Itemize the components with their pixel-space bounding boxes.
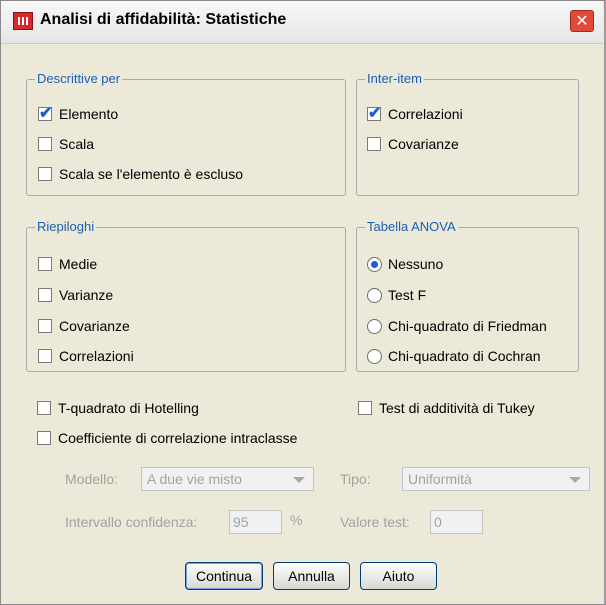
checkbox-hotelling-label: T-quadrato di Hotelling	[58, 400, 199, 416]
modello-value: A due vie misto	[147, 471, 242, 487]
aiuto-button[interactable]: Aiuto	[360, 562, 437, 590]
checkbox-correlazioni-box[interactable]	[38, 349, 52, 363]
checkbox-medie-box[interactable]	[38, 257, 52, 271]
checkbox-intraclasse[interactable]: Coefficiente di correlazione intraclasse	[37, 430, 297, 446]
checkbox-covarianze-interitem[interactable]: Covarianze	[367, 136, 459, 152]
radio-test-f-dot[interactable]	[367, 287, 382, 303]
app-grid-icon	[13, 12, 33, 30]
checkbox-hotelling-box[interactable]	[37, 401, 51, 415]
intervallo-label: Intervallo confidenza:	[65, 514, 198, 530]
checkbox-varianze-box[interactable]	[38, 288, 52, 302]
tipo-value: Uniformità	[408, 471, 472, 487]
radio-friedman[interactable]: Chi-quadrato di Friedman	[367, 318, 547, 334]
chevron-down-icon	[293, 477, 305, 483]
checkbox-scala-box[interactable]	[38, 137, 52, 151]
checkbox-correlazioni[interactable]: Correlazioni	[38, 348, 134, 364]
checkbox-intraclasse-label: Coefficiente di correlazione intraclasse	[58, 430, 298, 446]
checkbox-correlazioni-label: Correlazioni	[59, 348, 134, 364]
close-icon: ✕	[575, 11, 589, 30]
intervallo-input[interactable]: 95	[229, 510, 282, 534]
checkbox-covarianze-interitem-box[interactable]	[367, 137, 381, 151]
modello-label: Modello:	[65, 471, 118, 487]
checkbox-elemento-box[interactable]	[38, 103, 52, 123]
dialog-body: Descrittive per Elemento Scala Scala se …	[14, 55, 594, 595]
checkbox-medie[interactable]: Medie	[38, 256, 97, 272]
window-title: Analisi di affidabilità: Statistiche	[40, 11, 287, 28]
checkbox-covarianze-interitem-label: Covarianze	[388, 136, 459, 152]
group-interitem-legend: Inter-item	[365, 71, 424, 86]
dialog-window: Analisi di affidabilità: Statistiche ✕ D…	[0, 0, 606, 605]
group-anova: Tabella ANOVA Nessuno Test F Chi-quadrat…	[356, 219, 579, 372]
radio-cochran-dot[interactable]	[367, 348, 382, 364]
radio-nessuno-label: Nessuno	[388, 256, 444, 272]
radio-cochran-label: Chi-quadrato di Cochran	[388, 348, 541, 364]
group-descrittive: Descrittive per Elemento Scala Scala se …	[26, 71, 346, 196]
valore-test-label: Valore test:	[340, 514, 410, 530]
group-anova-legend: Tabella ANOVA	[365, 219, 458, 234]
percent-label: %	[290, 512, 303, 528]
annulla-button[interactable]: Annulla	[273, 562, 350, 590]
radio-friedman-label: Chi-quadrato di Friedman	[388, 318, 547, 334]
modello-select[interactable]: A due vie misto	[141, 467, 314, 491]
tipo-select[interactable]: Uniformità	[402, 467, 590, 491]
radio-cochran[interactable]: Chi-quadrato di Cochran	[367, 348, 541, 364]
group-descrittive-legend: Descrittive per	[35, 71, 123, 86]
checkbox-elemento-label: Elemento	[59, 106, 119, 122]
checkbox-covarianze-label: Covarianze	[59, 318, 130, 334]
checkbox-scala-escluso-box[interactable]	[38, 167, 52, 181]
radio-test-f-label: Test F	[388, 287, 427, 303]
checkbox-tukey-label: Test di additività di Tukey	[379, 400, 535, 416]
checkbox-medie-label: Medie	[59, 256, 98, 272]
radio-nessuno-dot[interactable]	[367, 256, 382, 272]
group-interitem: Inter-item Correlazioni Covarianze	[356, 71, 579, 196]
checkbox-hotelling[interactable]: T-quadrato di Hotelling	[37, 400, 199, 416]
radio-nessuno[interactable]: Nessuno	[367, 256, 443, 272]
checkbox-scala[interactable]: Scala	[38, 136, 94, 152]
tipo-label: Tipo:	[340, 471, 371, 487]
close-button[interactable]: ✕	[570, 10, 594, 32]
checkbox-intraclasse-box[interactable]	[37, 431, 51, 445]
checkbox-covarianze[interactable]: Covarianze	[38, 318, 130, 334]
group-riepiloghi-legend: Riepiloghi	[35, 219, 97, 234]
checkbox-tukey-box[interactable]	[358, 401, 372, 415]
checkbox-varianze[interactable]: Varianze	[38, 287, 113, 303]
checkbox-correlazioni-interitem[interactable]: Correlazioni	[367, 103, 463, 123]
checkbox-scala-label: Scala	[59, 136, 95, 152]
chevron-down-icon	[569, 477, 581, 483]
checkbox-correlazioni-interitem-box[interactable]	[367, 103, 381, 123]
checkbox-correlazioni-interitem-label: Correlazioni	[388, 106, 463, 122]
checkbox-varianze-label: Varianze	[59, 287, 114, 303]
radio-friedman-dot[interactable]	[367, 318, 382, 334]
checkbox-scala-escluso[interactable]: Scala se l'elemento è escluso	[38, 166, 243, 182]
valore-test-value: 0	[434, 514, 442, 530]
valore-test-input[interactable]: 0	[430, 510, 483, 534]
title-bar[interactable]: Analisi di affidabilità: Statistiche ✕	[1, 1, 603, 44]
radio-test-f[interactable]: Test F	[367, 287, 426, 303]
continua-button[interactable]: Continua	[185, 562, 263, 590]
checkbox-covarianze-box[interactable]	[38, 319, 52, 333]
checkbox-elemento[interactable]: Elemento	[38, 103, 119, 123]
checkbox-scala-escluso-label: Scala se l'elemento è escluso	[59, 166, 243, 182]
checkbox-tukey[interactable]: Test di additività di Tukey	[358, 400, 535, 416]
intervallo-value: 95	[233, 514, 249, 530]
group-riepiloghi: Riepiloghi Medie Varianze Covarianze Cor…	[26, 219, 346, 372]
